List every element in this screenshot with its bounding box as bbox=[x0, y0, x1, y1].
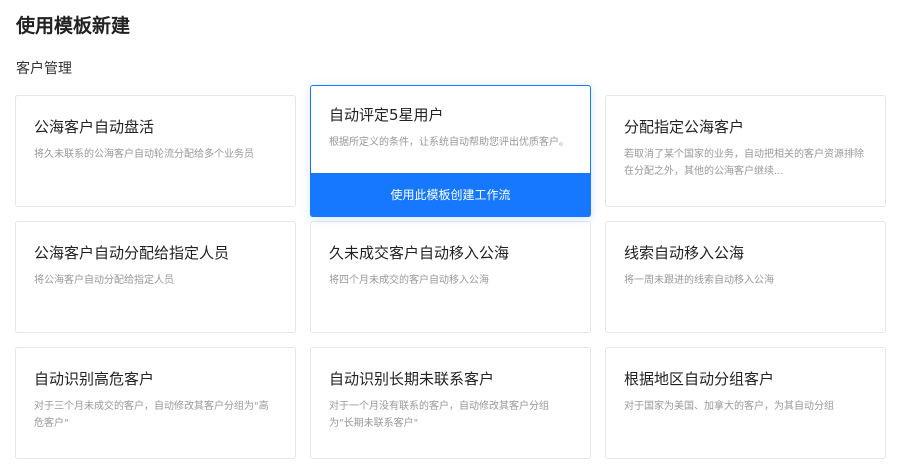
template-card[interactable]: 公海客户自动盘活 将久未联系的公海客户自动轮流分配给多个业务员 bbox=[15, 95, 296, 207]
template-card[interactable]: 分配指定公海客户 若取消了某个国家的业务，自动把相关的客户资源排除在分配之外，其… bbox=[605, 95, 886, 207]
template-card-title: 自动识别长期未联系客户 bbox=[329, 370, 495, 388]
template-card-desc: 根据所定义的条件，让系统自动帮助您评出优质客户。 bbox=[329, 137, 569, 148]
template-card[interactable]: 久未成交客户自动移入公海 将四个月未成交的客户自动移入公海 bbox=[310, 221, 591, 333]
template-card[interactable]: 根据地区自动分组客户 对于国家为美国、加拿大的客户，为其自动分组 bbox=[605, 347, 886, 459]
template-card-desc: 将久未联系的公海客户自动轮流分配给多个业务员 bbox=[34, 149, 254, 160]
template-grid: 公海客户自动盘活 将久未联系的公海客户自动轮流分配给多个业务员 自动评定5星用户… bbox=[15, 85, 887, 459]
template-card-title: 自动识别高危客户 bbox=[34, 370, 155, 388]
template-card-desc: 对于一个月没有联系的客户，自动修改其客户分组为"长期未联系客户" bbox=[329, 401, 549, 429]
template-card-desc: 若取消了某个国家的业务，自动把相关的客户资源排除在分配之外，其他的公海客户继续.… bbox=[624, 149, 864, 177]
section-label-customer-management: 客户管理 bbox=[16, 61, 72, 77]
template-card-title: 根据地区自动分组客户 bbox=[624, 370, 775, 388]
template-card-desc: 将四个月未成交的客户自动移入公海 bbox=[329, 275, 489, 286]
template-card-desc: 将一周未跟进的线索自动移入公海 bbox=[624, 275, 774, 286]
use-template-button[interactable]: 使用此模板创建工作流 bbox=[310, 173, 591, 217]
page-title: 使用模板新建 bbox=[16, 15, 131, 37]
page: 使用模板新建 客户管理 公海客户自动盘活 将久未联系的公海客户自动轮流分配给多个… bbox=[0, 0, 900, 470]
template-card-desc: 对于三个月未成交的客户，自动修改其客户分组为"高危客户" bbox=[34, 401, 269, 429]
template-card-title: 分配指定公海客户 bbox=[624, 118, 745, 136]
template-card[interactable]: 公海客户自动分配给指定人员 将公海客户自动分配给指定人员 bbox=[15, 221, 296, 333]
template-card-title: 自动评定5星用户 bbox=[329, 106, 444, 124]
template-card[interactable]: 自动识别高危客户 对于三个月未成交的客户，自动修改其客户分组为"高危客户" bbox=[15, 347, 296, 459]
template-card-desc: 对于国家为美国、加拿大的客户，为其自动分组 bbox=[624, 401, 834, 412]
template-card-title: 久未成交客户自动移入公海 bbox=[329, 244, 510, 262]
template-card-title: 公海客户自动分配给指定人员 bbox=[34, 244, 230, 262]
template-card[interactable]: 线索自动移入公海 将一周未跟进的线索自动移入公海 bbox=[605, 221, 886, 333]
template-card-title: 公海客户自动盘活 bbox=[34, 118, 155, 136]
template-card-title: 线索自动移入公海 bbox=[624, 244, 745, 262]
template-card-hovered[interactable]: 自动评定5星用户 根据所定义的条件，让系统自动帮助您评出优质客户。 使用此模板创… bbox=[310, 85, 591, 217]
template-card-desc: 将公海客户自动分配给指定人员 bbox=[34, 275, 174, 286]
template-card[interactable]: 自动识别长期未联系客户 对于一个月没有联系的客户，自动修改其客户分组为"长期未联… bbox=[310, 347, 591, 459]
